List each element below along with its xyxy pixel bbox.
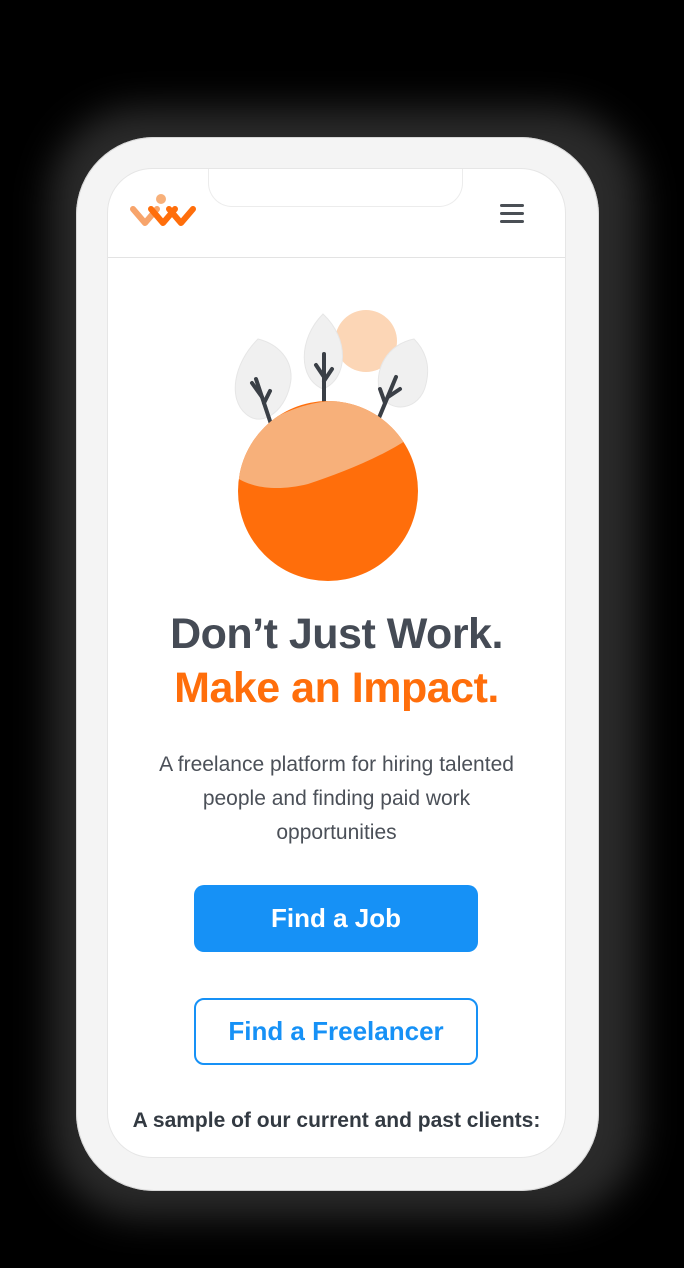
planet-with-trees-illustration xyxy=(234,310,429,581)
hero-subtitle: A freelance platform for hiring talented… xyxy=(159,753,514,844)
hero-headline: Don’t Just Work. Make an Impact. xyxy=(108,607,565,715)
phone-notch xyxy=(208,169,463,207)
hamburger-menu-icon[interactable] xyxy=(496,201,528,225)
headline-line-1: Don’t Just Work. xyxy=(170,610,503,658)
find-job-button[interactable]: Find a Job xyxy=(194,885,478,952)
phone-screen: Don’t Just Work. Make an Impact. A freel… xyxy=(108,169,565,1157)
find-freelancer-button[interactable]: Find a Freelancer xyxy=(194,998,478,1065)
brand-logo-icon[interactable] xyxy=(130,193,196,231)
phone-frame: Don’t Just Work. Make an Impact. A freel… xyxy=(76,137,599,1191)
clients-section-heading: A sample of our current and past clients… xyxy=(132,1109,541,1132)
headline-line-2: Make an Impact. xyxy=(174,664,499,712)
